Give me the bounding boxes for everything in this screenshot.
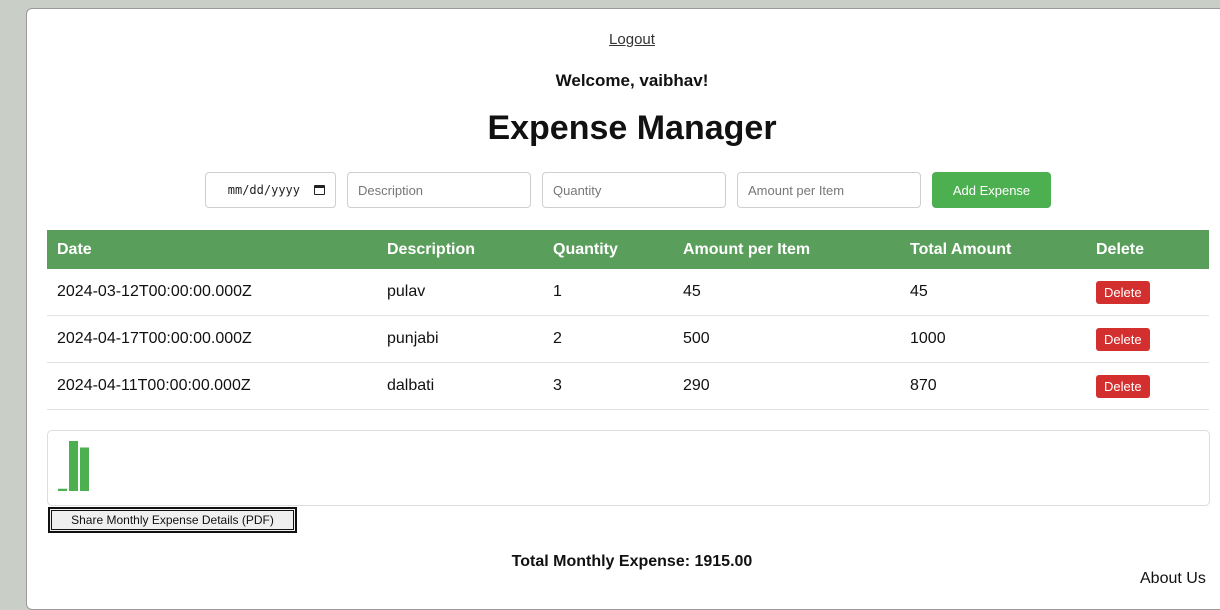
cell-description: pulav: [377, 269, 543, 316]
delete-button[interactable]: Delete: [1096, 374, 1150, 398]
expense-chart: [47, 430, 1210, 506]
cell-quantity: 3: [543, 362, 673, 410]
col-header-amount: Amount per Item: [673, 230, 900, 269]
expense-chart-svg: [58, 441, 89, 491]
logout-link[interactable]: Logout: [27, 31, 1220, 48]
cell-total: 870: [900, 362, 1086, 410]
amount-per-item-input[interactable]: [737, 172, 921, 208]
date-input[interactable]: mm/dd/yyyy: [205, 172, 336, 208]
cell-description: punjabi: [377, 315, 543, 363]
chart-bar: [80, 447, 89, 491]
col-header-total: Total Amount: [900, 230, 1086, 269]
chart-bar: [58, 488, 67, 491]
description-input[interactable]: [347, 172, 531, 208]
cell-quantity: 2: [543, 315, 673, 363]
cell-description: dalbati: [377, 362, 543, 410]
add-expense-button[interactable]: Add Expense: [932, 172, 1051, 208]
main-card: Logout Welcome, vaibhav! Expense Manager…: [26, 8, 1220, 610]
welcome-message: Welcome, vaibhav!: [555, 71, 709, 90]
quantity-input[interactable]: [542, 172, 726, 208]
calendar-icon[interactable]: [314, 185, 325, 195]
cell-delete: Delete: [1086, 315, 1209, 363]
expense-form: mm/dd/yyyy Add Expense: [27, 172, 1220, 210]
page-title: Expense Manager: [487, 109, 777, 147]
chart-bar: [69, 441, 78, 491]
col-header-description: Description: [377, 230, 543, 269]
date-placeholder: mm/dd/yyyy: [227, 183, 300, 197]
cell-amount: 290: [673, 362, 900, 410]
cell-date: 2024-04-17T00:00:00.000Z: [47, 315, 377, 363]
table-row: 2024-04-17T00:00:00.000Z punjabi 2 500 1…: [47, 315, 1209, 363]
cell-quantity: 1: [543, 269, 673, 316]
share-pdf-button[interactable]: Share Monthly Expense Details (PDF): [48, 507, 297, 533]
expense-table: Date Description Quantity Amount per Ite…: [47, 230, 1209, 410]
cell-date: 2024-04-11T00:00:00.000Z: [47, 362, 377, 410]
table-row: 2024-03-12T00:00:00.000Z pulav 1 45 45 D…: [47, 269, 1209, 316]
col-header-quantity: Quantity: [543, 230, 673, 269]
table-row: 2024-04-11T00:00:00.000Z dalbati 3 290 8…: [47, 362, 1209, 410]
cell-delete: Delete: [1086, 269, 1209, 316]
col-header-delete: Delete: [1086, 230, 1209, 269]
cell-total: 45: [900, 269, 1086, 316]
cell-total: 1000: [900, 315, 1086, 363]
col-header-date: Date: [47, 230, 377, 269]
table-header-row: Date Description Quantity Amount per Ite…: [47, 230, 1209, 269]
delete-button[interactable]: Delete: [1096, 327, 1150, 351]
about-us-link[interactable]: About Us: [1140, 570, 1206, 588]
cell-amount: 45: [673, 269, 900, 316]
cell-delete: Delete: [1086, 362, 1209, 410]
total-monthly-expense: Total Monthly Expense: 1915.00: [511, 553, 753, 570]
cell-amount: 500: [673, 315, 900, 363]
cell-date: 2024-03-12T00:00:00.000Z: [47, 269, 377, 316]
delete-button[interactable]: Delete: [1096, 280, 1150, 304]
